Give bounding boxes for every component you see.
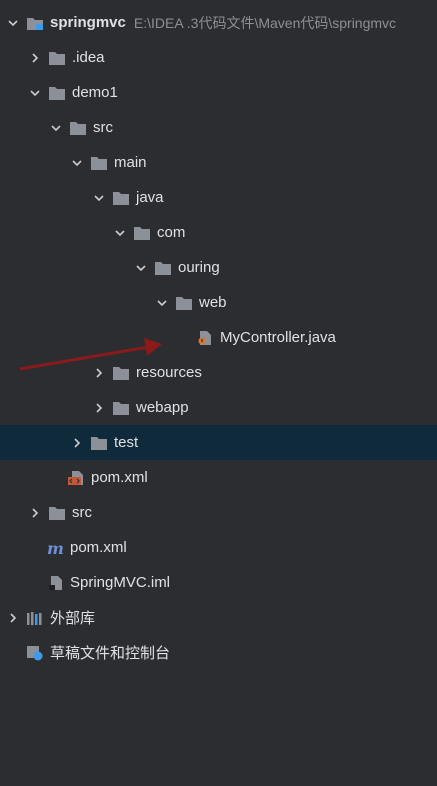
maven-icon: m	[46, 540, 64, 556]
tree-row-external-libraries[interactable]: 外部库	[0, 600, 437, 635]
chevron-right-icon[interactable]	[70, 436, 84, 450]
tree-row-com[interactable]: com	[0, 215, 437, 250]
tree-row-resources[interactable]: resources	[0, 355, 437, 390]
tree-row-test[interactable]: test	[0, 425, 437, 460]
tree-label: resources	[136, 364, 202, 381]
folder-icon	[69, 120, 87, 136]
tree-row-demo1[interactable]: demo1	[0, 75, 437, 110]
tree-label: 草稿文件和控制台	[50, 645, 171, 662]
tree-label: src	[72, 504, 92, 521]
library-icon	[26, 610, 44, 626]
folder-icon	[90, 155, 108, 171]
tree-label: .idea	[72, 49, 105, 66]
chevron-down-icon[interactable]	[155, 296, 169, 310]
tree-label: demo1	[72, 84, 118, 101]
tree-label: test	[114, 434, 139, 451]
tree-label: pom.xml	[70, 539, 127, 556]
tree-row-my-controller[interactable]: MyController.java	[0, 320, 437, 355]
folder-icon	[175, 295, 193, 311]
tree-label: main	[114, 154, 147, 171]
tree-row-ouring[interactable]: ouring	[0, 250, 437, 285]
tree-row-root-src[interactable]: src	[0, 495, 437, 530]
project-tree: springmvc E:\IDEA .3代码文件\Maven代码\springm…	[0, 5, 437, 670]
folder-icon	[48, 50, 66, 66]
tree-row-root-pom[interactable]: m pom.xml	[0, 530, 437, 565]
tree-row-scratches[interactable]: 草稿文件和控制台	[0, 635, 437, 670]
tree-row-springmvc[interactable]: springmvc E:\IDEA .3代码文件\Maven代码\springm…	[0, 5, 437, 40]
tree-label: SpringMVC.iml	[70, 574, 171, 591]
folder-icon	[112, 400, 130, 416]
tree-label: com	[157, 224, 186, 241]
tree-label: pom.xml	[91, 469, 148, 486]
tree-label: MyController.java	[220, 329, 336, 346]
chevron-right-icon[interactable]	[28, 506, 42, 520]
chevron-down-icon[interactable]	[49, 121, 63, 135]
chevron-down-icon[interactable]	[134, 261, 148, 275]
module-folder-icon	[26, 15, 44, 31]
project-path: E:\IDEA .3代码文件\Maven代码\springmvc	[133, 14, 397, 31]
tree-label: webapp	[136, 399, 189, 416]
java-file-icon	[196, 330, 214, 346]
tree-label: 外部库	[50, 610, 96, 627]
folder-icon	[48, 85, 66, 101]
tree-label: java	[136, 189, 164, 206]
chevron-right-icon[interactable]	[92, 401, 106, 415]
folder-icon	[154, 260, 172, 276]
tree-row-main[interactable]: main	[0, 145, 437, 180]
svg-text:m: m	[47, 540, 64, 556]
chevron-right-icon[interactable]	[28, 51, 42, 65]
project-name: springmvc	[50, 14, 126, 31]
tree-label: src	[93, 119, 113, 136]
chevron-down-icon[interactable]	[113, 226, 127, 240]
tree-label: ouring	[178, 259, 220, 276]
tree-row-web[interactable]: web	[0, 285, 437, 320]
folder-icon	[90, 435, 108, 451]
xml-file-icon	[67, 470, 85, 486]
tree-label: web	[199, 294, 227, 311]
chevron-right-icon[interactable]	[6, 611, 20, 625]
tree-row-idea[interactable]: .idea	[0, 40, 437, 75]
chevron-down-icon[interactable]	[28, 86, 42, 100]
tree-row-webapp[interactable]: webapp	[0, 390, 437, 425]
folder-icon	[112, 190, 130, 206]
folder-icon	[112, 365, 130, 381]
tree-row-java[interactable]: java	[0, 180, 437, 215]
chevron-down-icon[interactable]	[6, 16, 20, 30]
scratches-icon	[26, 645, 44, 661]
chevron-down-icon[interactable]	[70, 156, 84, 170]
chevron-right-icon[interactable]	[92, 366, 106, 380]
iml-file-icon	[46, 575, 64, 591]
tree-row-iml[interactable]: SpringMVC.iml	[0, 565, 437, 600]
folder-icon	[48, 505, 66, 521]
chevron-down-icon[interactable]	[92, 191, 106, 205]
folder-icon	[133, 225, 151, 241]
tree-row-demo1-pom[interactable]: pom.xml	[0, 460, 437, 495]
tree-row-src[interactable]: src	[0, 110, 437, 145]
